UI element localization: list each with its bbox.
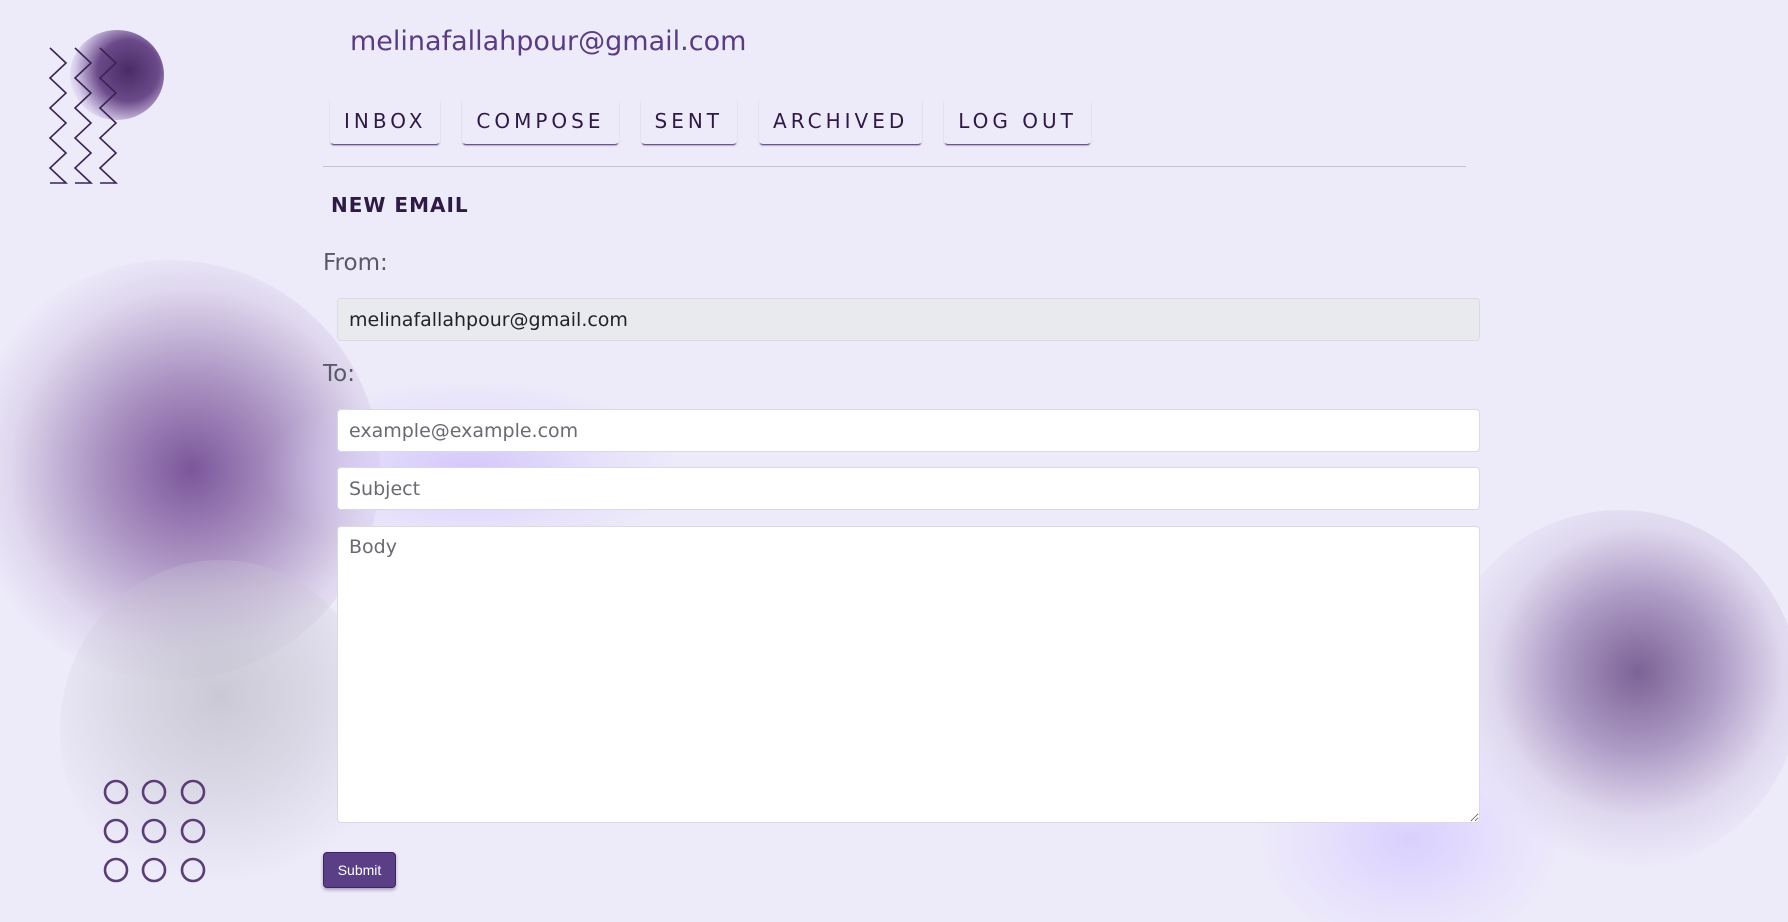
main-nav: INBOX COMPOSE SENT ARCHIVED LOG OUT bbox=[330, 100, 1091, 145]
dot-grid-decoration-icon bbox=[103, 779, 206, 883]
from-field bbox=[337, 298, 1480, 341]
header-divider bbox=[323, 166, 1466, 167]
subject-field[interactable] bbox=[337, 467, 1480, 510]
nav-archived-button[interactable]: ARCHIVED bbox=[759, 100, 923, 145]
nav-sent-button[interactable]: SENT bbox=[640, 100, 738, 145]
to-field[interactable] bbox=[337, 409, 1480, 452]
background-blob bbox=[1440, 510, 1788, 870]
nav-inbox-button[interactable]: INBOX bbox=[330, 100, 441, 145]
zigzag-decoration-icon bbox=[48, 47, 119, 184]
nav-logout-button[interactable]: LOG OUT bbox=[944, 100, 1091, 145]
from-label: From: bbox=[323, 250, 388, 276]
background-blob bbox=[0, 260, 380, 680]
to-label: To: bbox=[323, 361, 355, 387]
submit-button[interactable]: Submit bbox=[323, 852, 396, 888]
user-email: melinafallahpour@gmail.com bbox=[350, 26, 747, 57]
page-title: NEW EMAIL bbox=[331, 193, 469, 217]
nav-compose-button[interactable]: COMPOSE bbox=[462, 100, 619, 145]
body-field[interactable] bbox=[337, 526, 1480, 823]
